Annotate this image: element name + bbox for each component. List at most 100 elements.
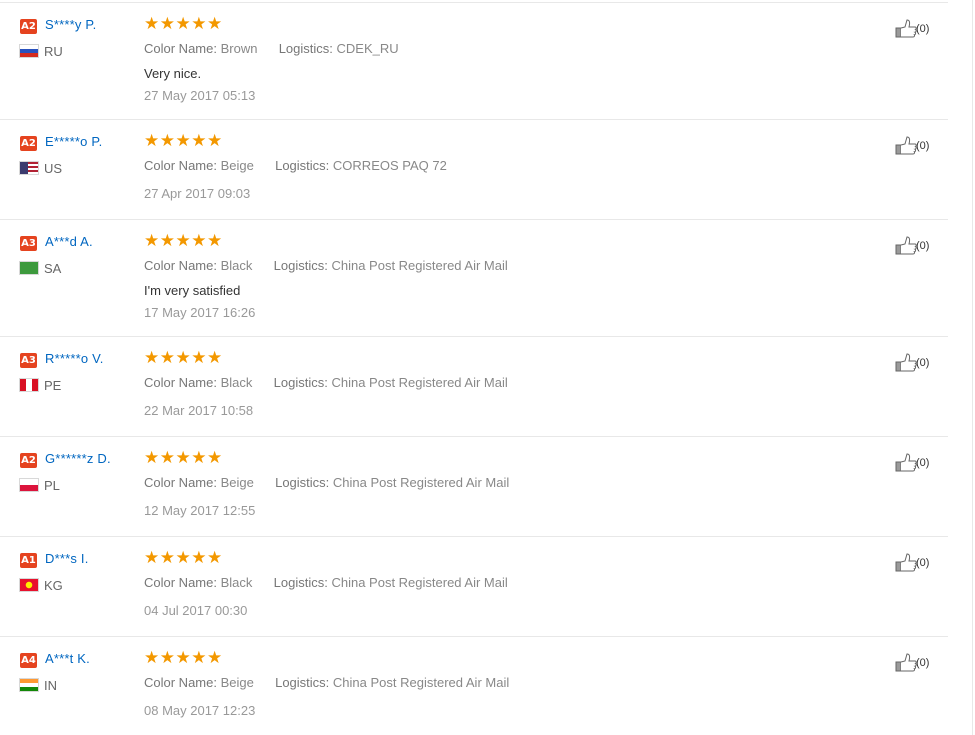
review-date: 22 Mar 2017 10:58	[144, 403, 254, 418]
order-attributes: Color Name: Brown Logistics: CDEK_RU	[144, 41, 399, 56]
buyer-country: US	[44, 161, 63, 176]
logistics-label: Logistics:	[275, 158, 330, 173]
feedback-item: A2 S****y P. RU ★★★★★ Color Name: Brown …	[0, 3, 948, 120]
review-text: I'm very satisfied	[144, 283, 241, 298]
feedback-item: A2 G******z D. PL ★★★★★ Color Name: Beig…	[0, 437, 948, 537]
buyer-name-link[interactable]: D***s I.	[45, 551, 89, 566]
buyer-country: KG	[44, 578, 63, 593]
flag-us-icon	[19, 161, 39, 175]
review-date: 27 May 2017 05:13	[144, 88, 256, 103]
logistics-value: China Post Registered Air Mail	[332, 475, 510, 490]
thumbs-up-icon	[895, 353, 917, 372]
color-label: Color Name:	[144, 158, 217, 173]
helpful-button[interactable]: (0)	[895, 553, 929, 572]
logistics-label: Logistics:	[275, 475, 330, 490]
logistics-value: China Post Registered Air Mail	[331, 258, 508, 273]
flag-kg-icon	[19, 578, 39, 592]
helpful-button[interactable]: (0)	[895, 136, 929, 155]
helpful-count: (0)	[916, 22, 930, 35]
logistics-value: China Post Registered Air Mail	[331, 375, 508, 390]
buyer-level-badge: A1	[20, 553, 37, 568]
color-value: Beige	[220, 158, 254, 173]
color-label: Color Name:	[144, 575, 217, 590]
flag-pl-icon	[19, 478, 39, 492]
buyer-country: RU	[44, 44, 63, 59]
order-attributes: Color Name: Black Logistics: China Post …	[144, 375, 508, 390]
color-value: Beige	[220, 675, 254, 690]
flag-ru-icon	[19, 44, 39, 58]
logistics-value: China Post Registered Air Mail	[331, 575, 508, 590]
buyer-name-link[interactable]: S****y P.	[45, 17, 96, 32]
logistics-value: CDEK_RU	[336, 41, 399, 56]
star-rating: ★★★★★	[144, 131, 223, 150]
color-value: Black	[220, 575, 253, 590]
buyer-name-link[interactable]: A***t K.	[45, 651, 90, 666]
buyer-level-badge: A2	[20, 136, 37, 151]
color-label: Color Name:	[144, 475, 217, 490]
helpful-button[interactable]: (0)	[895, 653, 929, 672]
buyer-name-link[interactable]: E*****o P.	[45, 134, 102, 149]
buyer-level-badge: A4	[20, 653, 37, 668]
color-value: Brown	[220, 41, 258, 56]
helpful-button[interactable]: (0)	[895, 453, 929, 472]
star-rating: ★★★★★	[144, 448, 223, 467]
star-rating: ★★★★★	[144, 14, 223, 33]
helpful-count: (0)	[916, 139, 930, 152]
helpful-count: (0)	[916, 356, 930, 369]
order-attributes: Color Name: Beige Logistics: China Post …	[144, 475, 509, 490]
feedback-item: A3 A***d A. SA ★★★★★ Color Name: Black L…	[0, 220, 948, 337]
buyer-name-link[interactable]: R*****o V.	[45, 351, 104, 366]
helpful-count: (0)	[916, 656, 930, 669]
buyer-level-badge: A3	[20, 236, 37, 251]
logistics-value: China Post Registered Air Mail	[332, 675, 510, 690]
color-value: Beige	[220, 475, 254, 490]
feedback-item: A1 D***s I. KG ★★★★★ Color Name: Black L…	[0, 537, 948, 637]
thumbs-up-icon	[895, 653, 917, 672]
review-date: 04 Jul 2017 00:30	[144, 603, 248, 618]
review-date: 12 May 2017 12:55	[144, 503, 256, 518]
review-date: 08 May 2017 12:23	[144, 703, 256, 718]
color-label: Color Name:	[144, 375, 217, 390]
buyer-country: PL	[44, 478, 60, 493]
star-rating: ★★★★★	[144, 231, 223, 250]
buyer-level-badge: A3	[20, 353, 37, 368]
helpful-button[interactable]: (0)	[895, 353, 929, 372]
thumbs-up-icon	[895, 19, 917, 38]
flag-in-icon	[19, 678, 39, 692]
flag-sa-icon	[19, 261, 39, 275]
helpful-count: (0)	[916, 456, 930, 469]
feedback-item: A2 E*****o P. US ★★★★★ Color Name: Beige…	[0, 120, 948, 220]
color-label: Color Name:	[144, 675, 217, 690]
feedback-item: A4 A***t K. IN ★★★★★ Color Name: Beige L…	[0, 637, 948, 735]
star-rating: ★★★★★	[144, 348, 223, 367]
thumbs-up-icon	[895, 553, 917, 572]
color-label: Color Name:	[144, 41, 217, 56]
logistics-label: Logistics:	[278, 41, 333, 56]
logistics-label: Logistics:	[273, 575, 328, 590]
helpful-button[interactable]: (0)	[895, 236, 929, 255]
order-attributes: Color Name: Beige Logistics: China Post …	[144, 675, 509, 690]
logistics-label: Logistics:	[273, 375, 328, 390]
buyer-country: PE	[44, 378, 62, 393]
buyer-level-badge: A2	[20, 453, 37, 468]
thumbs-up-icon	[895, 236, 917, 255]
logistics-label: Logistics:	[275, 675, 330, 690]
buyer-name-link[interactable]: G******z D.	[45, 451, 111, 466]
helpful-count: (0)	[916, 239, 930, 252]
review-text: Very nice.	[144, 66, 202, 81]
buyer-country: SA	[44, 261, 62, 276]
star-rating: ★★★★★	[144, 548, 223, 567]
color-value: Black	[220, 258, 253, 273]
helpful-button[interactable]: (0)	[895, 19, 929, 38]
buyer-name-link[interactable]: A***d A.	[45, 234, 93, 249]
buyer-country: IN	[44, 678, 57, 693]
star-rating: ★★★★★	[144, 648, 223, 667]
order-attributes: Color Name: Black Logistics: China Post …	[144, 575, 508, 590]
feedback-item: A3 R*****o V. PE ★★★★★ Color Name: Black…	[0, 337, 948, 437]
color-value: Black	[220, 375, 253, 390]
buyer-level-badge: A2	[20, 19, 37, 34]
thumbs-up-icon	[895, 136, 917, 155]
logistics-label: Logistics:	[273, 258, 328, 273]
helpful-count: (0)	[916, 556, 930, 569]
review-date: 17 May 2017 16:26	[144, 305, 256, 320]
